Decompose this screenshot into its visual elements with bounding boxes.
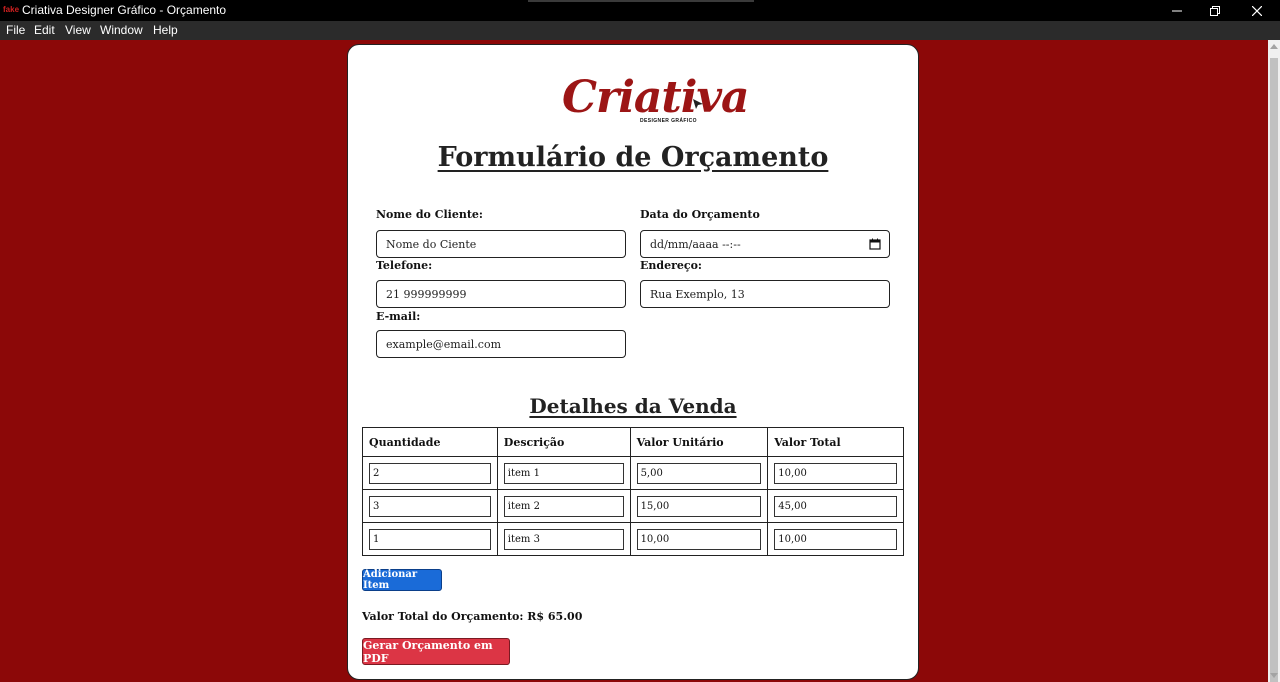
total-price-input[interactable]: 10,00 xyxy=(774,462,897,484)
menu-edit[interactable]: Edit xyxy=(34,23,55,37)
quantity-input[interactable]: 2 xyxy=(369,462,491,484)
scroll-up-icon[interactable] xyxy=(1270,44,1278,49)
restore-icon xyxy=(1210,5,1220,16)
menu-bar: File Edit View Window Help xyxy=(0,21,1280,40)
menu-file[interactable]: File xyxy=(6,23,25,37)
table-cell: 15,00 xyxy=(629,489,769,523)
table-row: 3 item 2 15,00 45,00 xyxy=(362,489,904,523)
email-label: E-mail: xyxy=(376,310,421,323)
client-name-input[interactable]: Nome do Ciente xyxy=(376,230,626,258)
window-titlebar: fake Criativa Designer Gráfico - Orçamen… xyxy=(0,0,1280,21)
table-row: 2 item 1 5,00 10,00 xyxy=(362,456,904,490)
calendar-icon[interactable] xyxy=(869,238,881,250)
page-title: Formulário de Orçamento xyxy=(437,142,829,173)
brand-logo: Criativa DESIGNER GRÁFICO xyxy=(562,70,750,130)
details-title: Detalhes da Venda xyxy=(529,394,737,418)
unit-price-input[interactable]: 15,00 xyxy=(636,495,762,517)
total-price-input[interactable]: 45,00 xyxy=(774,495,897,517)
table-cell: 3 xyxy=(362,489,498,523)
unit-price-input[interactable]: 5,00 xyxy=(636,462,762,484)
app-icon: fake xyxy=(3,5,20,14)
header-quantity: Quantidade xyxy=(362,427,498,457)
table-cell: 5,00 xyxy=(629,456,769,490)
generate-pdf-button[interactable]: Gerar Orçamento em PDF xyxy=(362,638,510,665)
scrollbar-thumb[interactable] xyxy=(1270,58,1278,682)
table-cell: item 1 xyxy=(496,456,631,490)
menu-view[interactable]: View xyxy=(65,23,91,37)
table-row: 1 item 3 10,00 10,00 xyxy=(362,522,904,556)
table-cell: 10,00 xyxy=(767,456,904,490)
menu-help[interactable]: Help xyxy=(153,23,178,37)
restore-button[interactable] xyxy=(1192,0,1238,21)
cursor-arrow-icon xyxy=(693,99,703,109)
address-input[interactable]: Rua Exemplo, 13 xyxy=(640,280,890,308)
add-item-button[interactable]: Adicionar Item xyxy=(362,569,442,591)
scroll-down-icon[interactable] xyxy=(1270,673,1278,678)
client-name-value: Nome do Ciente xyxy=(386,237,477,251)
phone-input[interactable]: 21 999999999 xyxy=(376,280,626,308)
address-label: Endereço: xyxy=(640,259,702,272)
titlebar-drag-handle[interactable] xyxy=(528,0,754,2)
menu-window[interactable]: Window xyxy=(100,23,143,37)
items-table: Quantidade Descrição Valor Unitário Valo… xyxy=(362,427,904,556)
description-input[interactable]: item 1 xyxy=(503,462,624,484)
total-price-input[interactable]: 10,00 xyxy=(774,528,897,550)
date-value: dd/mm/aaaa --:-- xyxy=(650,237,741,251)
date-label: Data do Orçamento xyxy=(640,208,760,221)
close-button[interactable] xyxy=(1234,0,1280,21)
table-cell: 10,00 xyxy=(767,522,904,556)
quantity-input[interactable]: 1 xyxy=(369,528,491,550)
table-header-row: Quantidade Descrição Valor Unitário Valo… xyxy=(362,427,904,457)
close-icon xyxy=(1252,5,1262,16)
table-cell: 10,00 xyxy=(629,522,769,556)
vertical-scrollbar[interactable] xyxy=(1268,40,1280,682)
description-input[interactable]: item 3 xyxy=(503,528,624,550)
client-name-label: Nome do Cliente: xyxy=(376,208,483,221)
header-description: Descrição xyxy=(496,427,631,457)
date-input[interactable]: dd/mm/aaaa --:-- xyxy=(640,230,890,258)
table-cell: 45,00 xyxy=(767,489,904,523)
header-total-price: Valor Total xyxy=(767,427,904,457)
table-cell: 2 xyxy=(362,456,498,490)
description-input[interactable]: item 2 xyxy=(503,495,624,517)
quantity-input[interactable]: 3 xyxy=(369,495,491,517)
table-cell: item 2 xyxy=(496,489,631,523)
phone-label: Telefone: xyxy=(376,259,433,272)
logo-tagline: DESIGNER GRÁFICO xyxy=(640,118,697,124)
email-input[interactable]: example@email.com xyxy=(376,330,626,358)
phone-value: 21 999999999 xyxy=(386,287,467,301)
budget-total: Valor Total do Orçamento: R$ 65.00 xyxy=(362,610,583,623)
email-value: example@email.com xyxy=(386,337,502,351)
unit-price-input[interactable]: 10,00 xyxy=(636,528,762,550)
header-unit-price: Valor Unitário xyxy=(629,427,769,457)
window-title: Criativa Designer Gráfico - Orçamento xyxy=(22,3,227,17)
table-cell: item 3 xyxy=(496,522,631,556)
table-cell: 1 xyxy=(362,522,498,556)
address-value: Rua Exemplo, 13 xyxy=(650,287,745,301)
minimize-icon xyxy=(1172,10,1182,11)
